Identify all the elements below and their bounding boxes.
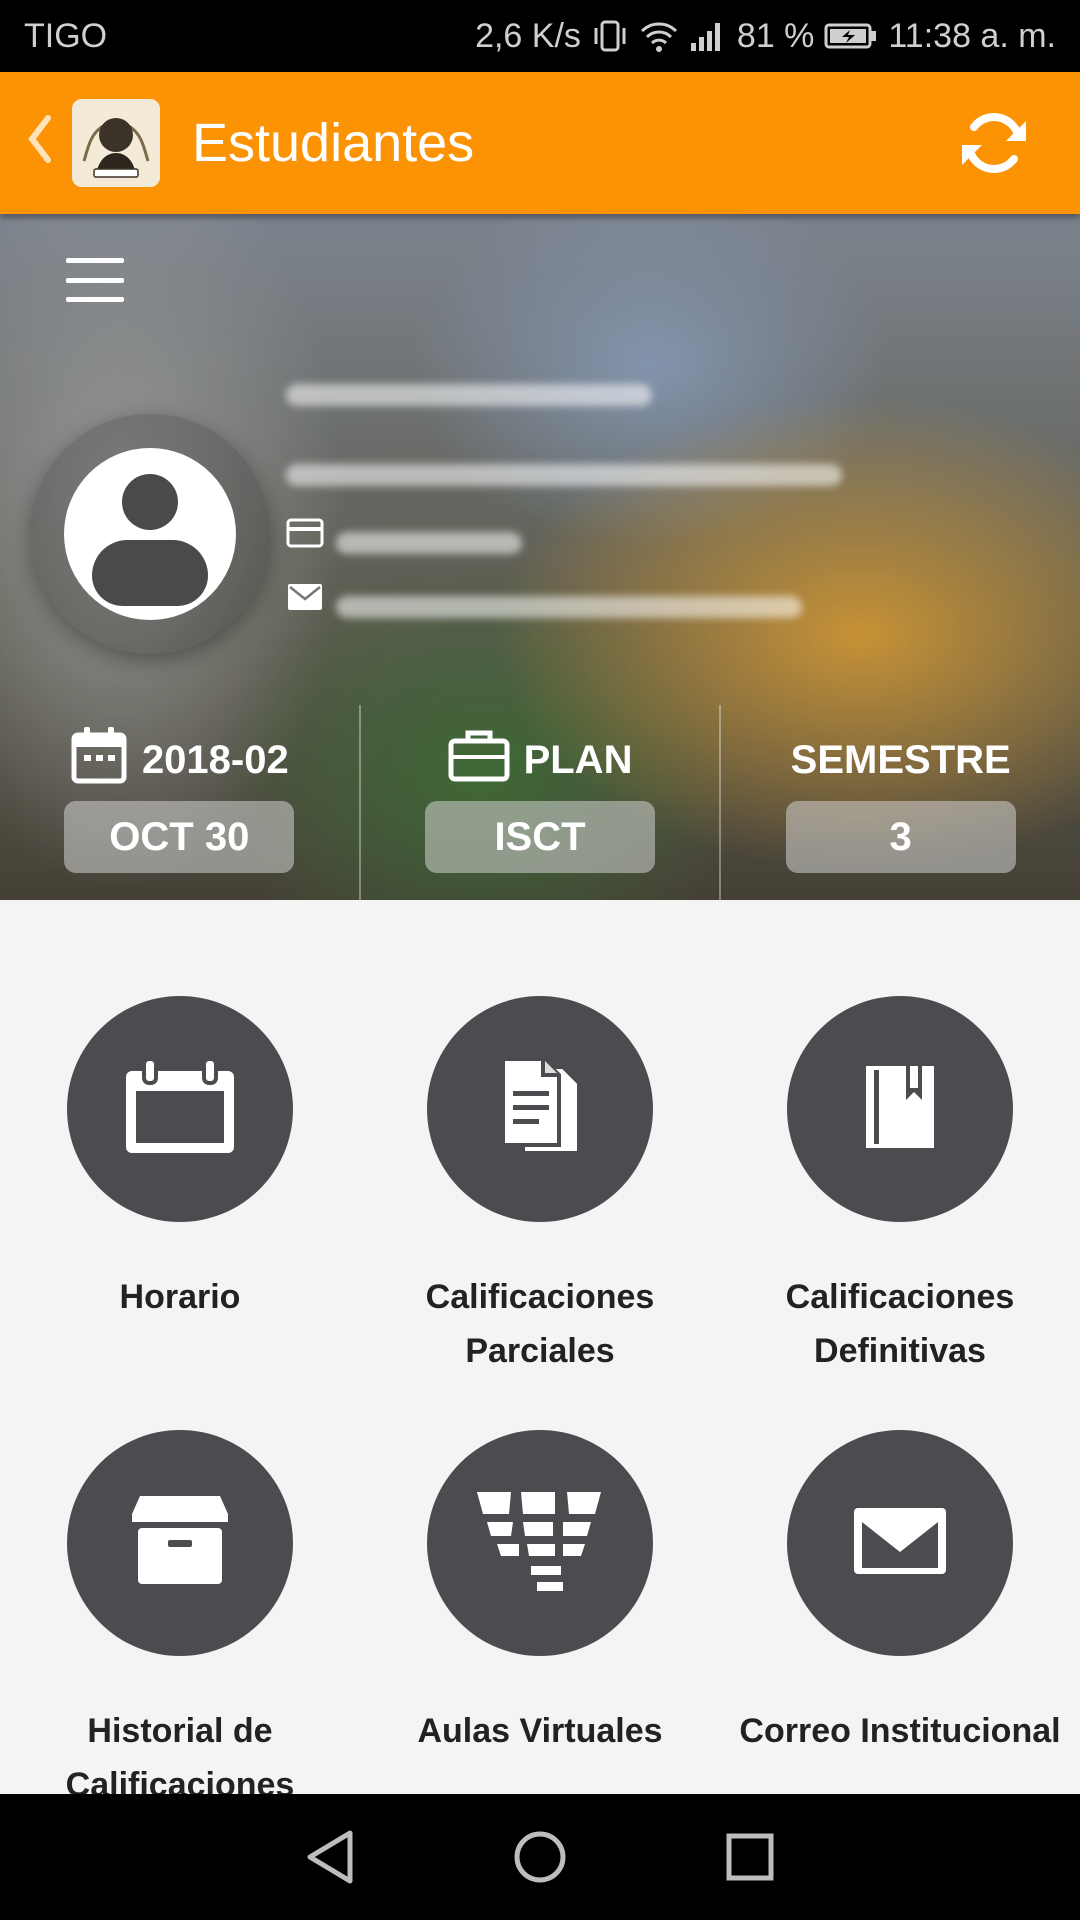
network-speed: 2,6 K/s bbox=[475, 16, 581, 55]
student-program-redacted bbox=[286, 464, 842, 486]
menu-item-historial-de-calificaciones[interactable]: Historial de Calificaciones bbox=[0, 1430, 360, 1794]
virtual-classroom-icon bbox=[475, 1486, 605, 1601]
stat-period: 2018-02 OCT 30 bbox=[0, 705, 359, 900]
clock: 11:38 a. m. bbox=[888, 16, 1056, 55]
university-logo bbox=[72, 99, 160, 187]
menu-item-label: Calificaciones Parciales bbox=[425, 1278, 655, 1370]
book-icon bbox=[862, 1062, 938, 1157]
status-bar: TIGO 2,6 K/s 81 % 11:38 a. m. bbox=[0, 0, 1080, 72]
refresh-icon[interactable] bbox=[956, 105, 1032, 181]
recents-square-icon[interactable] bbox=[720, 1827, 780, 1887]
status-right: 2,6 K/s 81 % 11:38 a. m. bbox=[475, 17, 1056, 56]
student-email-redacted bbox=[336, 596, 802, 618]
menu-item-calificaciones-parciales[interactable]: Calificaciones Parciales bbox=[360, 996, 720, 1378]
carrier-name: TIGO bbox=[24, 16, 108, 55]
stat-semester: SEMESTRE 3 bbox=[719, 705, 1080, 900]
mail-icon bbox=[852, 1506, 948, 1581]
stats-strip: 2018-02 OCT 30 PLAN ISCT SEMESTRE 3 bbox=[0, 705, 1080, 900]
email-icon bbox=[286, 582, 324, 617]
id-card-icon bbox=[286, 518, 324, 553]
vibrate-icon bbox=[591, 19, 629, 53]
home-circle-icon[interactable] bbox=[510, 1827, 570, 1887]
semester-badge: 3 bbox=[785, 801, 1016, 873]
period-heading: 2018-02 bbox=[141, 737, 289, 782]
user-avatar-icon bbox=[64, 448, 236, 620]
back-chevron-icon[interactable] bbox=[24, 114, 64, 173]
menu-item-aulas-virtuales[interactable]: Aulas Virtuales bbox=[360, 1430, 720, 1758]
system-nav-bar bbox=[0, 1794, 1080, 1920]
app-bar: Estudiantes bbox=[0, 72, 1080, 214]
student-id-redacted bbox=[336, 532, 522, 554]
hamburger-menu-icon[interactable] bbox=[66, 258, 124, 302]
calendar-icon bbox=[122, 1056, 238, 1162]
student-name-redacted bbox=[286, 384, 652, 406]
battery-percent: 81 % bbox=[736, 16, 815, 55]
semester-heading: SEMESTRE bbox=[790, 737, 1011, 782]
menu-grid: Horario Calificaciones Parciales Calific… bbox=[0, 900, 1080, 1794]
back-triangle-icon[interactable] bbox=[300, 1827, 360, 1887]
wifi-icon bbox=[639, 19, 679, 53]
battery-charging-icon bbox=[824, 21, 878, 51]
period-date-badge: OCT 30 bbox=[64, 801, 295, 873]
menu-item-calificaciones-definitivas[interactable]: Calificaciones Definitivas bbox=[720, 996, 1080, 1378]
menu-item-label: Calificaciones Definitivas bbox=[785, 1278, 1015, 1370]
menu-item-label: Correo Institucional bbox=[739, 1712, 1061, 1750]
documents-icon bbox=[497, 1056, 583, 1162]
menu-item-label: Aulas Virtuales bbox=[417, 1712, 663, 1750]
page-title: Estudiantes bbox=[192, 113, 475, 173]
menu-item-correo-institucional[interactable]: Correo Institucional bbox=[720, 1430, 1080, 1758]
menu-item-label: Horario bbox=[119, 1278, 241, 1316]
archive-box-icon bbox=[130, 1494, 230, 1593]
plan-heading: PLAN bbox=[523, 737, 633, 782]
calendar-icon bbox=[70, 725, 128, 795]
plan-badge: ISCT bbox=[425, 801, 655, 873]
avatar[interactable] bbox=[30, 414, 270, 654]
signal-icon bbox=[689, 19, 727, 53]
menu-item-horario[interactable]: Horario bbox=[0, 996, 360, 1324]
stat-plan: PLAN ISCT bbox=[358, 705, 720, 900]
menu-item-label: Historial de Calificaciones bbox=[65, 1712, 295, 1794]
briefcase-icon bbox=[448, 727, 510, 793]
